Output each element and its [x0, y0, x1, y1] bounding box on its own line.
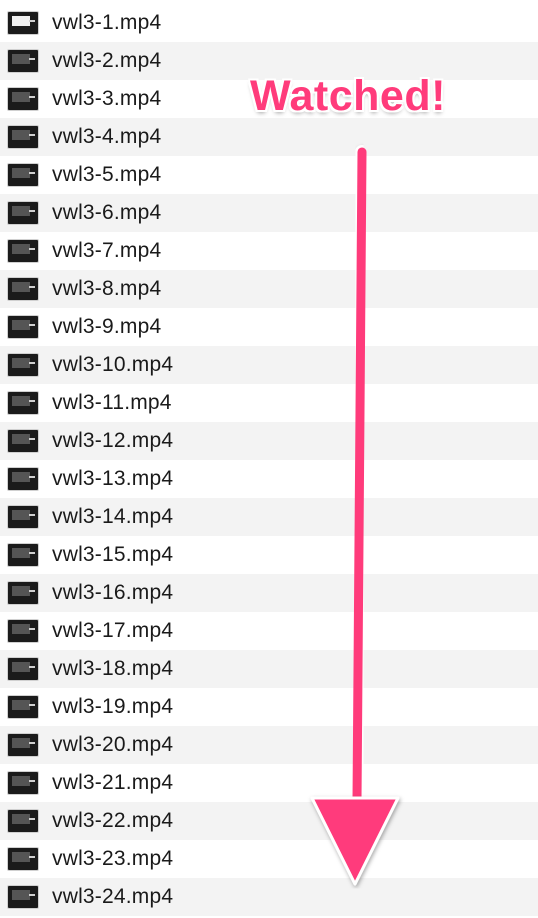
file-name: vwl3-8.mp4	[52, 277, 162, 300]
file-name: vwl3-7.mp4	[52, 239, 162, 262]
file-row[interactable]: vwl3-4.mp4	[0, 118, 538, 156]
video-thumbnail-icon	[8, 468, 38, 490]
file-name: vwl3-6.mp4	[52, 201, 162, 224]
video-thumbnail-icon	[8, 658, 38, 680]
file-row[interactable]: vwl3-7.mp4	[0, 232, 538, 270]
file-row[interactable]: vwl3-15.mp4	[0, 536, 538, 574]
file-row[interactable]: vwl3-23.mp4	[0, 840, 538, 878]
video-thumbnail-icon	[8, 582, 38, 604]
file-name: vwl3-2.mp4	[52, 49, 162, 72]
file-name: vwl3-9.mp4	[52, 315, 162, 338]
video-thumbnail-icon	[8, 50, 38, 72]
video-thumbnail-icon	[8, 430, 38, 452]
file-row[interactable]: vwl3-12.mp4	[0, 422, 538, 460]
file-row[interactable]: vwl3-24.mp4	[0, 878, 538, 916]
file-row[interactable]: vwl3-20.mp4	[0, 726, 538, 764]
file-row[interactable]: vwl3-8.mp4	[0, 270, 538, 308]
video-thumbnail-icon	[8, 202, 38, 224]
file-name: vwl3-19.mp4	[52, 695, 174, 718]
video-thumbnail-icon	[8, 772, 38, 794]
video-thumbnail-icon	[8, 734, 38, 756]
video-thumbnail-icon	[8, 696, 38, 718]
file-row[interactable]: vwl3-1.mp4	[0, 4, 538, 42]
arrow-head	[310, 796, 400, 886]
down-arrow-annotation	[310, 145, 400, 886]
video-thumbnail-icon	[8, 12, 38, 34]
video-thumbnail-icon	[8, 506, 38, 528]
video-thumbnail-icon	[8, 810, 38, 832]
video-thumbnail-icon	[8, 544, 38, 566]
file-name: vwl3-12.mp4	[52, 429, 174, 452]
file-name: vwl3-5.mp4	[52, 163, 162, 186]
arrow-shaft-fill	[352, 147, 367, 805]
file-row[interactable]: vwl3-14.mp4	[0, 498, 538, 536]
file-row[interactable]: vwl3-9.mp4	[0, 308, 538, 346]
file-name: vwl3-23.mp4	[52, 847, 174, 870]
video-thumbnail-icon	[8, 240, 38, 262]
file-name: vwl3-24.mp4	[52, 885, 174, 908]
file-row[interactable]: vwl3-18.mp4	[0, 650, 538, 688]
file-row[interactable]: vwl3-16.mp4	[0, 574, 538, 612]
video-thumbnail-icon	[8, 354, 38, 376]
video-thumbnail-icon	[8, 278, 38, 300]
watched-annotation: Watched!	[250, 72, 446, 120]
file-name: vwl3-17.mp4	[52, 619, 174, 642]
video-thumbnail-icon	[8, 620, 38, 642]
file-row[interactable]: vwl3-5.mp4	[0, 156, 538, 194]
file-name: vwl3-11.mp4	[52, 391, 172, 414]
video-thumbnail-icon	[8, 392, 38, 414]
file-row[interactable]: vwl3-21.mp4	[0, 764, 538, 802]
file-row[interactable]: vwl3-19.mp4	[0, 688, 538, 726]
file-row[interactable]: vwl3-11.mp4	[0, 384, 538, 422]
file-name: vwl3-3.mp4	[52, 87, 162, 110]
file-name: vwl3-14.mp4	[52, 505, 174, 528]
file-name: vwl3-16.mp4	[52, 581, 174, 604]
file-row[interactable]: vwl3-10.mp4	[0, 346, 538, 384]
video-thumbnail-icon	[8, 126, 38, 148]
file-name: vwl3-13.mp4	[52, 467, 174, 490]
file-name: vwl3-18.mp4	[52, 657, 174, 680]
file-name: vwl3-4.mp4	[52, 125, 162, 148]
file-name: vwl3-22.mp4	[52, 809, 174, 832]
file-row[interactable]: vwl3-17.mp4	[0, 612, 538, 650]
file-name: vwl3-20.mp4	[52, 733, 174, 756]
file-name: vwl3-21.mp4	[52, 771, 174, 794]
video-thumbnail-icon	[8, 316, 38, 338]
file-name: vwl3-15.mp4	[52, 543, 174, 566]
file-row[interactable]: vwl3-13.mp4	[0, 460, 538, 498]
file-row[interactable]: vwl3-22.mp4	[0, 802, 538, 840]
file-row[interactable]: vwl3-6.mp4	[0, 194, 538, 232]
video-thumbnail-icon	[8, 164, 38, 186]
file-name: vwl3-10.mp4	[52, 353, 174, 376]
video-thumbnail-icon	[8, 88, 38, 110]
file-name: vwl3-1.mp4	[52, 11, 162, 34]
video-thumbnail-icon	[8, 848, 38, 870]
video-thumbnail-icon	[8, 886, 38, 908]
file-list: vwl3-1.mp4 vwl3-2.mp4 vwl3-3.mp4 vwl3-4.mp4…	[0, 4, 538, 916]
